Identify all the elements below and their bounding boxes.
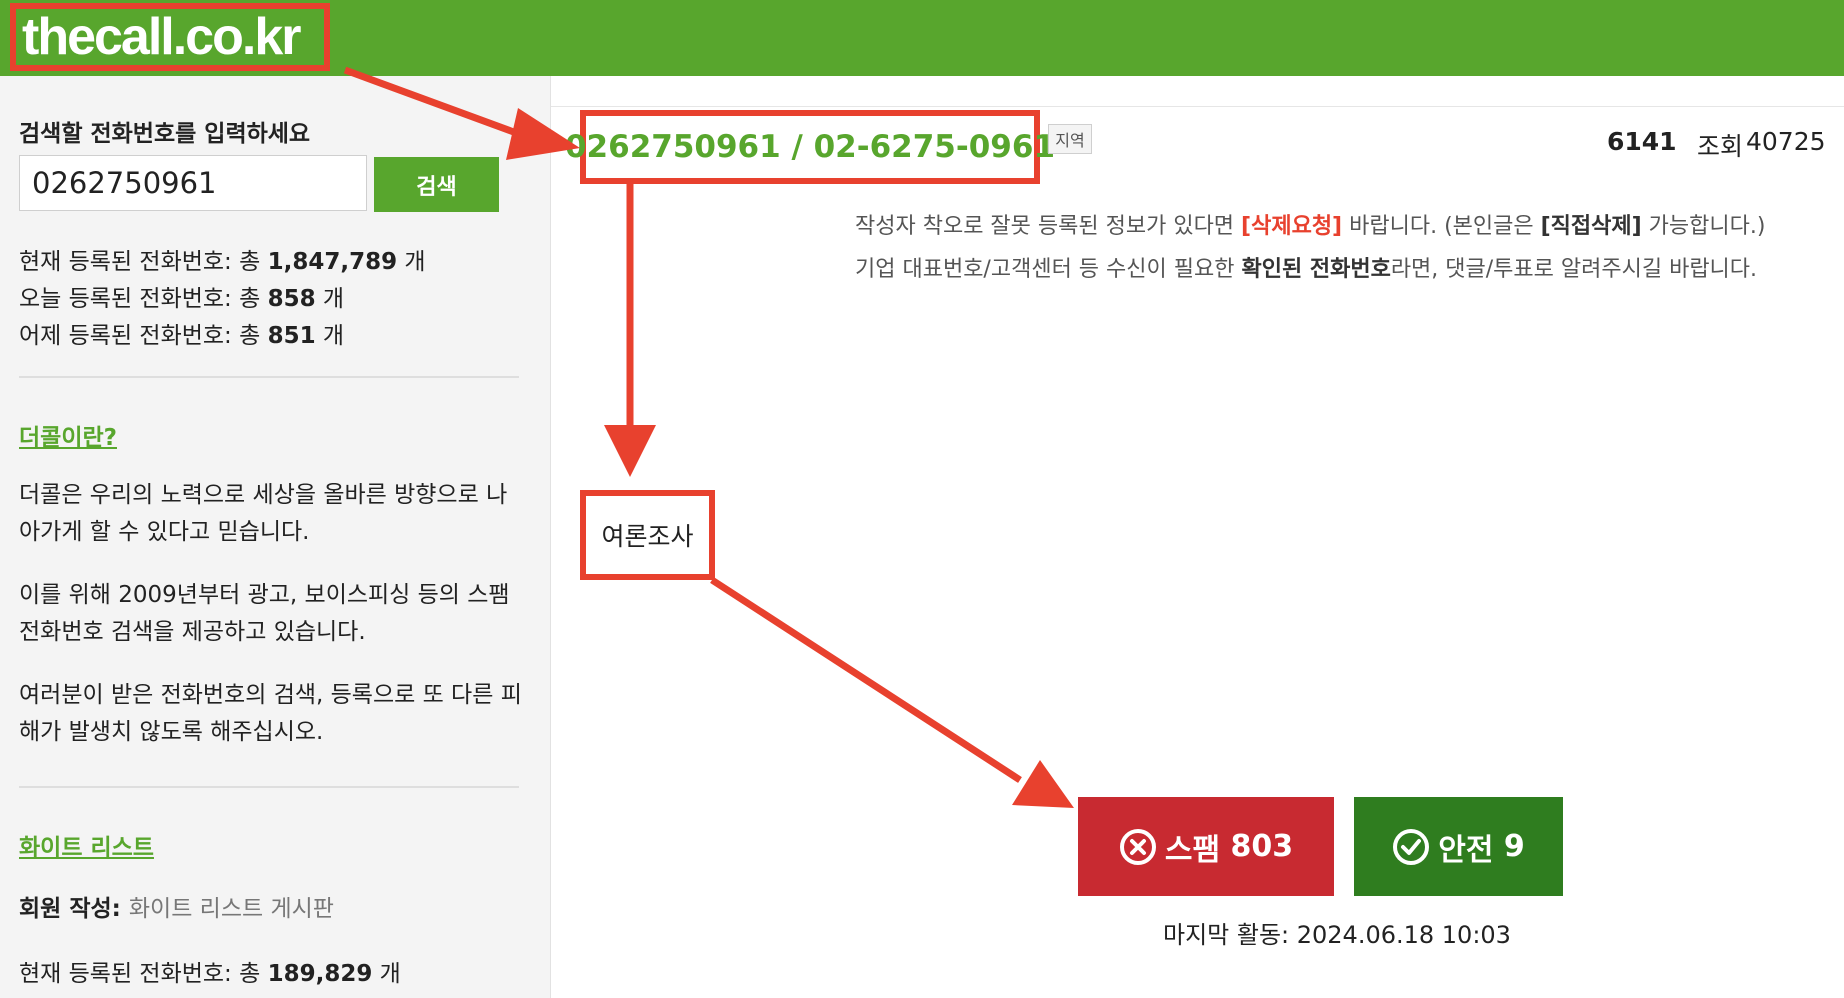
whitelist-link[interactable]: 화이트 리스트	[19, 828, 154, 862]
stat-whitelist-total: 현재 등록된 전화번호: 총 189,829 개	[19, 961, 401, 987]
views-label: 조회	[1697, 132, 1744, 161]
stat-total: 현재 등록된 전화번호: 총 1,847,789 개	[19, 249, 426, 275]
annotation-arrow-category-to-votes	[710, 577, 1022, 783]
about-paragraph: 이를 위해 2009년부터 광고, 보이스피싱 등의 스팸 전화번호 검색을 제…	[19, 582, 510, 645]
search-input[interactable]	[19, 155, 367, 211]
x-circle-icon	[1119, 828, 1156, 865]
about-paragraph: 더콜은 우리의 노력으로 세상을 올바른 방향으로 나아가게 할 수 있다고 믿…	[19, 482, 508, 545]
region-badge: 지역	[1048, 124, 1092, 154]
last-activity: 마지막 활동: 2024.06.18 10:03	[1163, 921, 1511, 949]
search-button[interactable]: 검색	[374, 157, 499, 212]
spam-vote-count: 803	[1230, 829, 1294, 864]
phone-number-title: 0262750961 / 02-6275-0961	[565, 110, 1055, 184]
search-label: 검색할 전화번호를 입력하세요	[19, 121, 311, 147]
spam-vote-button[interactable]: 스팸 803	[1078, 797, 1334, 896]
sidebar-divider	[19, 786, 519, 788]
post-id: 6141	[1607, 127, 1677, 156]
notice-line-2: 기업 대표번호/고객센터 등 수신이 필요한 확인된 전화번호라면, 댓글/투표…	[855, 257, 1758, 282]
annotation-arrowhead	[604, 425, 656, 477]
views-count: 40725	[1746, 127, 1826, 156]
notice-line-1: 작성자 착오로 잘못 등록된 정보가 있다면 [삭제요청] 바랍니다. (본인글…	[855, 214, 1766, 239]
category-label: 여론조사	[580, 490, 715, 580]
top-bar: thecall.co.kr	[0, 0, 1844, 76]
stat-today: 오늘 등록된 전화번호: 총 858 개	[19, 286, 345, 312]
self-delete-link[interactable]: [직접삭제]	[1541, 214, 1642, 239]
sidebar-divider	[19, 376, 519, 378]
safe-vote-label: 안전	[1438, 832, 1494, 868]
check-circle-icon	[1393, 828, 1430, 865]
stat-yesterday: 어제 등록된 전화번호: 총 851 개	[19, 323, 345, 349]
safe-vote-count: 9	[1503, 829, 1525, 864]
site-logo[interactable]: thecall.co.kr	[10, 3, 330, 71]
whitelist-board-link[interactable]: 화이트 리스트 게시판	[129, 896, 334, 922]
annotation-arrowhead	[1012, 760, 1074, 808]
main-divider	[551, 106, 1844, 107]
whitelist-author-line: 회원 작성: 화이트 리스트 게시판	[19, 896, 334, 922]
spam-vote-label: 스팸	[1164, 832, 1221, 868]
about-paragraph: 여러분이 받은 전화번호의 검색, 등록으로 또 다른 피해가 발생치 않도록 …	[19, 682, 522, 745]
safe-vote-button[interactable]: 안전 9	[1354, 797, 1563, 896]
delete-request-link[interactable]: [삭제요청]	[1241, 214, 1342, 239]
about-link[interactable]: 더콜이란?	[19, 418, 117, 452]
